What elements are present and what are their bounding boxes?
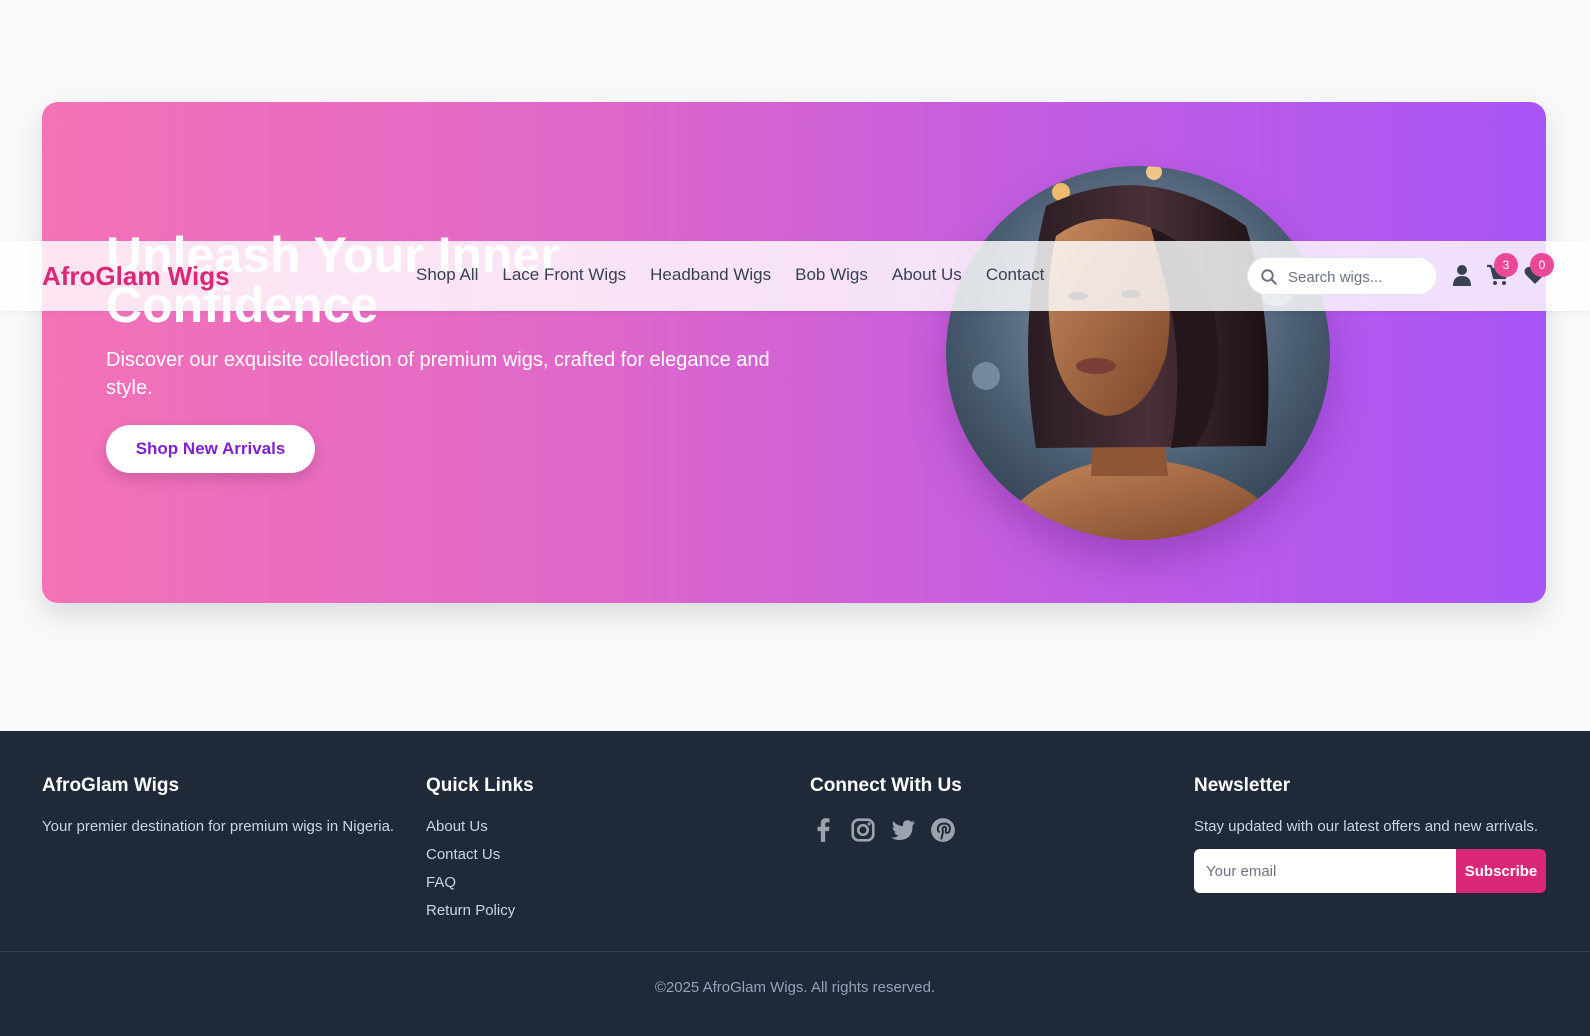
footer-link-faq[interactable]: FAQ [426, 873, 726, 893]
hero-subtitle: Discover our exquisite collection of pre… [106, 349, 770, 399]
search-input[interactable] [1288, 265, 1428, 289]
footer-quick-links: Quick Links About Us Contact Us FAQ Retu… [426, 775, 726, 929]
search-box [1247, 257, 1437, 295]
shop-new-arrivals-button[interactable]: Shop New Arrivals [106, 425, 315, 473]
facebook-icon[interactable] [810, 817, 836, 843]
footer-about: AfroGlam Wigs Your premier destination f… [42, 775, 402, 837]
footer-link-return-policy[interactable]: Return Policy [426, 901, 726, 921]
footer-connect: Connect With Us [810, 775, 1130, 843]
footer-about-text: Your premier destination for premium wig… [42, 818, 395, 835]
pinterest-icon[interactable] [930, 817, 956, 843]
twitter-icon[interactable] [890, 817, 916, 843]
nav-link-about-us[interactable]: About Us [892, 265, 962, 285]
copyright-text: ©2025 AfroGlam Wigs. All rights reserved… [654, 979, 936, 996]
user-icon[interactable] [1450, 263, 1476, 289]
nav-link-bob-wigs[interactable]: Bob Wigs [795, 265, 868, 285]
nav-link-headband-wigs[interactable]: Headband Wigs [650, 265, 771, 285]
footer-about-title: AfroGlam Wigs [42, 775, 180, 796]
footer-link-contact-us[interactable]: Contact Us [426, 845, 726, 865]
search-icon [1260, 268, 1278, 286]
newsletter-email-input[interactable] [1194, 849, 1456, 893]
wishlist-count-badge: 0 [1530, 253, 1554, 277]
nav-link-contact[interactable]: Contact [986, 265, 1045, 285]
footer-quick-links-title: Quick Links [426, 775, 534, 796]
footer-newsletter-title: Newsletter [1194, 775, 1291, 796]
brand-logo[interactable]: AfroGlam Wigs [42, 261, 230, 292]
footer-newsletter-text: Stay updated with our latest offers and … [1194, 818, 1539, 835]
newsletter-form: Subscribe [1194, 849, 1546, 893]
footer-connect-title: Connect With Us [810, 775, 962, 796]
footer-divider [0, 951, 1590, 952]
instagram-icon[interactable] [850, 817, 876, 843]
hero-banner: Unleash Your Inner Confidence Discover o… [42, 102, 1546, 603]
cart-count-badge: 3 [1494, 253, 1518, 277]
subscribe-button[interactable]: Subscribe [1456, 849, 1546, 893]
site-footer: AfroGlam Wigs Your premier destination f… [0, 731, 1590, 1036]
nav-link-lace-front-wigs[interactable]: Lace Front Wigs [502, 265, 626, 285]
top-navbar: AfroGlam Wigs Shop All Lace Front Wigs H… [0, 241, 1590, 311]
footer-link-about-us[interactable]: About Us [426, 817, 726, 837]
hero-model-image [946, 166, 1330, 540]
nav-link-shop-all[interactable]: Shop All [416, 265, 478, 285]
nav-links: Shop All Lace Front Wigs Headband Wigs B… [416, 265, 1044, 285]
footer-newsletter: Newsletter Stay updated with our latest … [1194, 775, 1546, 893]
